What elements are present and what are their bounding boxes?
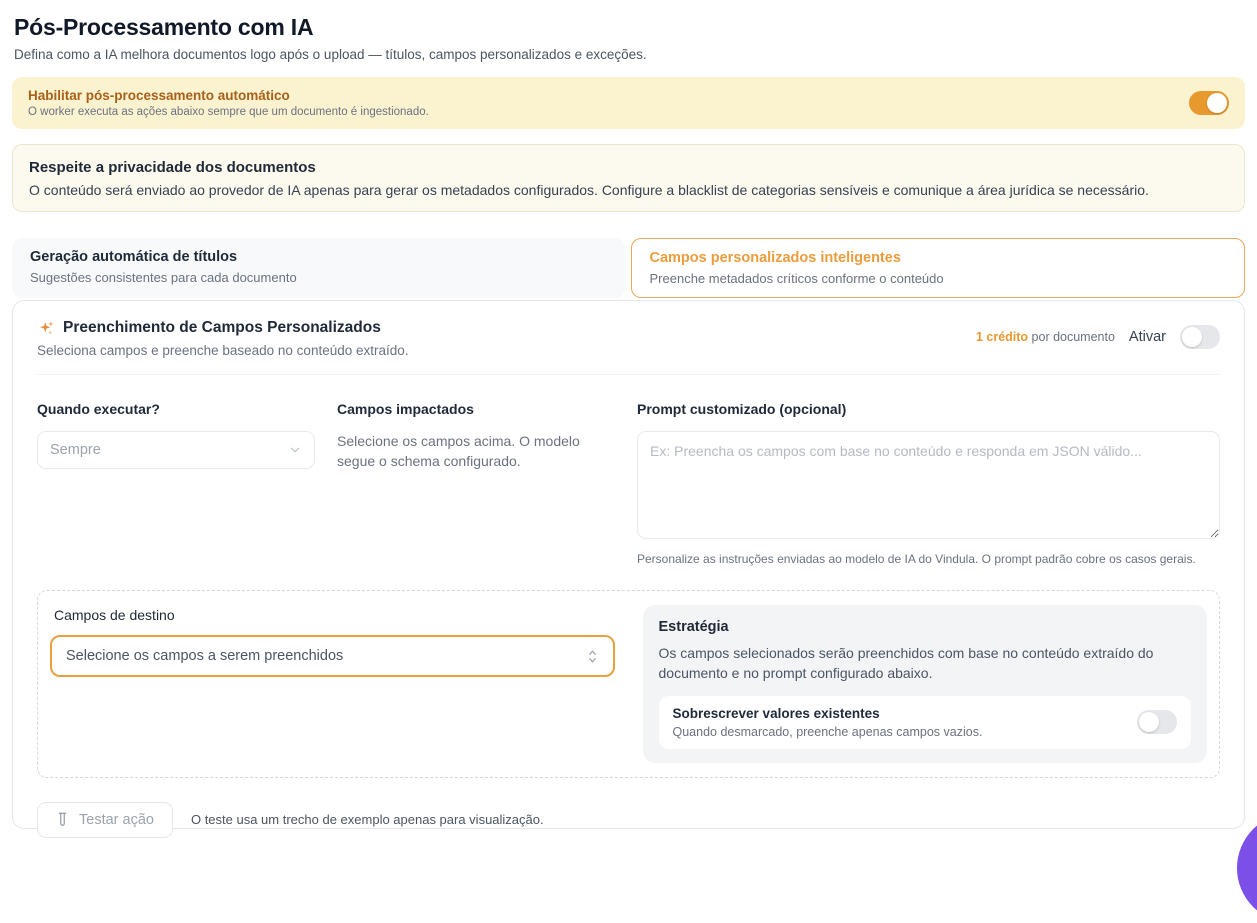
test-action-note: O teste usa um trecho de exemplo apenas …: [191, 812, 544, 827]
overwrite-toggle[interactable]: [1137, 710, 1177, 734]
panel-header-actions: 1 crédito por documento Ativar: [976, 325, 1220, 349]
panel-header-text: Preenchimento de Campos Personalizados S…: [37, 319, 409, 358]
impacted-fields-description: Selecione os campos acima. O modelo segu…: [337, 431, 615, 472]
auto-banner-title: Habilitar pós-processamento automático: [28, 88, 429, 103]
auto-postprocessing-toggle[interactable]: [1189, 91, 1229, 115]
custom-fields-panel: Preenchimento de Campos Personalizados S…: [12, 300, 1245, 829]
toggle-knob: [1139, 712, 1159, 732]
test-tube-icon: [56, 812, 69, 828]
when-to-run-label: Quando executar?: [37, 401, 315, 417]
test-action-label: Testar ação: [79, 812, 154, 828]
custom-prompt-helper: Personalize as instruções enviadas ao mo…: [637, 552, 1220, 566]
action-config-form: Quando executar? Sempre Campos impactado…: [37, 375, 1220, 566]
chevron-up-down-icon: [586, 649, 599, 664]
destination-fields-column: Campos de destino Selecione os campos a …: [50, 605, 615, 763]
tab-description: Sugestões consistentes para cada documen…: [30, 270, 607, 285]
toggle-knob: [1207, 93, 1227, 113]
when-to-run-select[interactable]: Sempre: [37, 431, 315, 469]
destination-fields-placeholder: Selecione os campos a serem preenchidos: [66, 648, 343, 664]
page-subtitle: Defina como a IA melhora documentos logo…: [12, 47, 1245, 62]
panel-subtitle: Seleciona campos e preenche baseado no c…: [37, 343, 409, 358]
sparkles-icon: [37, 319, 55, 337]
credit-suffix: por documento: [1028, 330, 1115, 344]
strategy-description: Os campos selecionados serão preenchidos…: [659, 643, 1192, 684]
destination-fields-label: Campos de destino: [54, 607, 615, 623]
test-action-button[interactable]: Testar ação: [37, 802, 173, 838]
action-tabs: Geração automática de títulos Sugestões …: [12, 238, 1245, 298]
impacted-fields-label: Campos impactados: [337, 401, 615, 417]
tab-label: Geração automática de títulos: [30, 249, 607, 265]
overwrite-text: Sobrescrever valores existentes Quando d…: [673, 706, 983, 739]
overwrite-description: Quando desmarcado, preenche apenas campo…: [673, 725, 983, 739]
auto-banner-description: O worker executa as ações abaixo sempre …: [28, 106, 429, 118]
overwrite-title: Sobrescrever valores existentes: [673, 706, 983, 721]
destination-fields-zone: Campos de destino Selecione os campos a …: [37, 590, 1220, 778]
credit-cost-label: 1 crédito por documento: [976, 330, 1115, 344]
page-header: Pós-Processamento com IA Defina como a I…: [12, 14, 1245, 62]
when-to-run-value: Sempre: [50, 442, 101, 458]
auto-postprocessing-banner: Habilitar pós-processamento automático O…: [12, 77, 1245, 129]
credit-amount: 1 crédito: [976, 330, 1028, 344]
custom-prompt-field: Prompt customizado (opcional) Personaliz…: [637, 401, 1220, 566]
page-title: Pós-Processamento com IA: [12, 14, 1245, 41]
tab-description: Preenche metadados críticos conforme o c…: [650, 271, 1227, 286]
strategy-title: Estratégia: [659, 619, 1192, 635]
toggle-knob: [1182, 327, 1202, 347]
panel-title-row: Preenchimento de Campos Personalizados: [37, 319, 409, 337]
custom-prompt-textarea[interactable]: [637, 431, 1220, 539]
privacy-banner-title: Respeite a privacidade dos documentos: [29, 159, 316, 176]
impacted-fields-field: Campos impactados Selecione os campos ac…: [337, 401, 615, 566]
activate-label: Ativar: [1129, 329, 1166, 345]
activate-toggle[interactable]: [1180, 325, 1220, 349]
panel-footer: Testar ação O teste usa um trecho de exe…: [37, 802, 1220, 838]
overwrite-existing-card: Sobrescrever valores existentes Quando d…: [659, 696, 1192, 749]
privacy-notice-banner: Respeite a privacidade dos documentos O …: [12, 144, 1245, 212]
auto-banner-text: Habilitar pós-processamento automático O…: [28, 88, 429, 118]
strategy-panel: Estratégia Os campos selecionados serão …: [643, 605, 1208, 763]
chevron-down-icon: [288, 443, 302, 457]
tab-title-generation[interactable]: Geração automática de títulos Sugestões …: [12, 238, 625, 298]
privacy-banner-description: O conteúdo será enviado ao provedor de I…: [29, 182, 1149, 198]
tab-label: Campos personalizados inteligentes: [650, 250, 1227, 266]
when-to-run-field: Quando executar? Sempre: [37, 401, 315, 566]
destination-fields-select[interactable]: Selecione os campos a serem preenchidos: [50, 635, 615, 677]
panel-header: Preenchimento de Campos Personalizados S…: [37, 301, 1220, 375]
post-processing-page: Pós-Processamento com IA Defina como a I…: [0, 0, 1257, 846]
panel-title: Preenchimento de Campos Personalizados: [63, 319, 381, 337]
custom-prompt-label: Prompt customizado (opcional): [637, 401, 1220, 417]
floating-action-button[interactable]: [1237, 813, 1257, 923]
tab-smart-custom-fields[interactable]: Campos personalizados inteligentes Preen…: [631, 238, 1246, 298]
